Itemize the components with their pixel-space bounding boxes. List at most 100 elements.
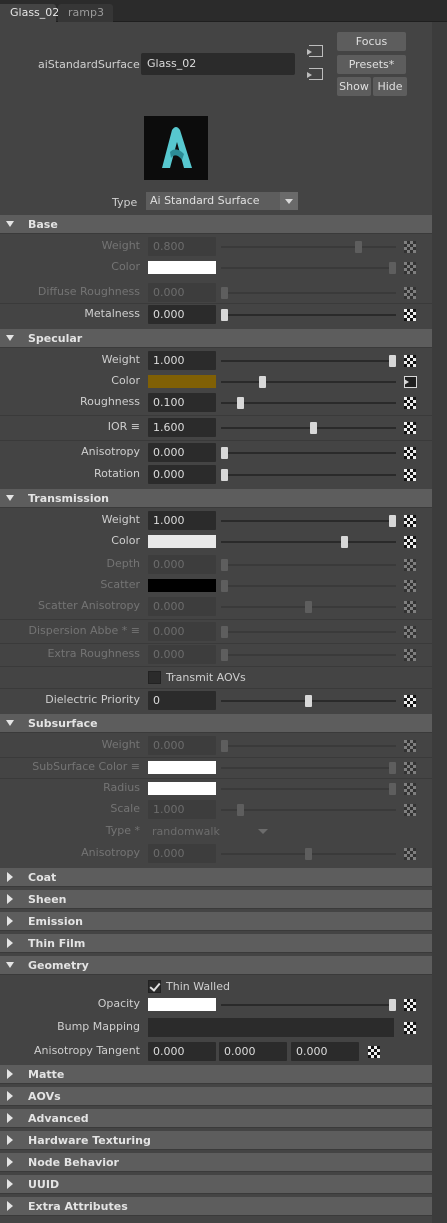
slider-handle[interactable] xyxy=(221,649,228,661)
section-specular[interactable]: Specular xyxy=(0,329,432,348)
section-subsurface[interactable]: Subsurface xyxy=(0,714,432,733)
bump-mapping-field[interactable] xyxy=(148,1018,394,1037)
section-coat[interactable]: Coat xyxy=(0,868,432,887)
map-button-checker-icon[interactable] xyxy=(404,262,416,274)
map-button-checker-icon[interactable] xyxy=(404,783,416,795)
anisotropy-field[interactable]: 0.000 xyxy=(148,443,216,462)
extra-roughness-field[interactable]: 0.000 xyxy=(148,645,216,664)
slider-handle[interactable] xyxy=(355,241,362,253)
anisotropy-tangent-y-field[interactable]: 0.000 xyxy=(219,1042,287,1061)
slider-handle[interactable] xyxy=(341,536,348,548)
subsurface-anisotropy-field[interactable]: 0.000 xyxy=(148,844,216,863)
section-thin-film[interactable]: Thin Film xyxy=(0,934,432,953)
rotation-field[interactable]: 0.000 xyxy=(148,465,216,484)
slider-track[interactable] xyxy=(221,452,396,454)
slider-track[interactable] xyxy=(221,745,396,747)
map-button-checker-icon[interactable] xyxy=(404,649,416,661)
slider-handle[interactable] xyxy=(221,287,228,299)
focus-button[interactable]: Focus xyxy=(337,32,406,51)
section-matte[interactable]: Matte xyxy=(0,1065,432,1084)
slider-handle[interactable] xyxy=(221,626,228,638)
show-button[interactable]: Show xyxy=(337,77,371,96)
slider-track[interactable] xyxy=(221,767,396,769)
transmission-weight-field[interactable]: 1.000 xyxy=(148,511,216,530)
dispersion-abbe-field[interactable]: 0.000 xyxy=(148,622,216,641)
hide-button[interactable]: Hide xyxy=(373,77,407,96)
chevron-down-icon[interactable] xyxy=(258,829,268,834)
map-button-checker-icon[interactable] xyxy=(404,309,416,321)
slider-track[interactable] xyxy=(221,564,396,566)
map-button-checker-icon[interactable] xyxy=(404,626,416,638)
section-base[interactable]: Base xyxy=(0,215,432,234)
subsurface-color-swatch[interactable] xyxy=(148,761,216,774)
connected-input-icon[interactable] xyxy=(404,376,417,388)
slider-track[interactable] xyxy=(221,585,396,587)
presets-button[interactable]: Presets* xyxy=(337,55,406,74)
map-button-checker-icon[interactable] xyxy=(404,287,416,299)
slider-handle[interactable] xyxy=(310,422,317,434)
transmission-color-swatch[interactable] xyxy=(148,535,216,548)
slider-track[interactable] xyxy=(221,267,396,269)
scatter-anisotropy-field[interactable]: 0.000 xyxy=(148,597,216,616)
slider-track[interactable] xyxy=(221,520,396,522)
slider-handle[interactable] xyxy=(305,695,312,707)
map-button-checker-icon[interactable] xyxy=(404,422,416,434)
map-button-checker-icon[interactable] xyxy=(368,1046,380,1058)
section-emission[interactable]: Emission xyxy=(0,912,432,931)
slider-track[interactable] xyxy=(221,381,396,383)
map-button-checker-icon[interactable] xyxy=(404,999,416,1011)
slider-track[interactable] xyxy=(221,246,396,248)
roughness-field[interactable]: 0.100 xyxy=(148,393,216,412)
ior-field[interactable]: 1.600 xyxy=(148,418,216,437)
slider-track[interactable] xyxy=(221,809,396,811)
base-weight-field[interactable]: 0.800 xyxy=(148,237,216,256)
slider-handle[interactable] xyxy=(259,376,266,388)
slider-track[interactable] xyxy=(221,654,396,656)
transmit-aovs-checkbox[interactable] xyxy=(148,671,161,684)
slider-track[interactable] xyxy=(221,541,396,543)
scatter-color-swatch[interactable] xyxy=(148,579,216,592)
map-button-checker-icon[interactable] xyxy=(404,355,416,367)
section-sheen[interactable]: Sheen xyxy=(0,890,432,909)
slider-track[interactable] xyxy=(221,474,396,476)
vertical-scrollbar[interactable] xyxy=(432,22,447,1223)
map-button-checker-icon[interactable] xyxy=(404,515,416,527)
radius-color-swatch[interactable] xyxy=(148,782,216,795)
map-button-checker-icon[interactable] xyxy=(404,740,416,752)
slider-handle[interactable] xyxy=(221,559,228,571)
scale-field[interactable]: 1.000 xyxy=(148,800,216,819)
slider-handle[interactable] xyxy=(389,762,396,774)
map-button-checker-icon[interactable] xyxy=(404,241,416,253)
metalness-field[interactable]: 0.000 xyxy=(148,305,216,324)
slider-handle[interactable] xyxy=(221,469,228,481)
section-node-behavior[interactable]: Node Behavior xyxy=(0,1153,432,1172)
slider-handle[interactable] xyxy=(389,783,396,795)
slider-handle[interactable] xyxy=(221,580,228,592)
map-button-checker-icon[interactable] xyxy=(404,848,416,860)
section-hardware-texturing[interactable]: Hardware Texturing xyxy=(0,1131,432,1150)
map-button-checker-icon[interactable] xyxy=(404,1022,416,1034)
map-button-checker-icon[interactable] xyxy=(404,580,416,592)
slider-handle[interactable] xyxy=(305,848,312,860)
section-uuid[interactable]: UUID xyxy=(0,1175,432,1194)
section-extra-attributes[interactable]: Extra Attributes xyxy=(0,1197,432,1216)
section-aovs[interactable]: AOVs xyxy=(0,1087,432,1106)
map-button-checker-icon[interactable] xyxy=(404,601,416,613)
specular-color-swatch[interactable] xyxy=(148,375,216,388)
opacity-color-swatch[interactable] xyxy=(148,998,216,1011)
node-name-field[interactable]: Glass_02 xyxy=(141,53,295,75)
section-transmission[interactable]: Transmission xyxy=(0,489,432,508)
map-button-checker-icon[interactable] xyxy=(404,447,416,459)
slider-handle[interactable] xyxy=(221,309,228,321)
chevron-down-icon[interactable] xyxy=(280,192,298,210)
tab-glass-02[interactable]: Glass_02 xyxy=(0,4,59,22)
map-button-checker-icon[interactable] xyxy=(404,804,416,816)
slider-track[interactable] xyxy=(221,1004,396,1006)
slider-handle[interactable] xyxy=(389,262,396,274)
tab-ramp3[interactable]: ramp3 xyxy=(58,4,113,22)
map-button-checker-icon[interactable] xyxy=(404,695,416,707)
input-connection-icon[interactable] xyxy=(307,45,323,57)
section-geometry[interactable]: Geometry xyxy=(0,956,432,975)
slider-handle[interactable] xyxy=(389,515,396,527)
anisotropy-tangent-z-field[interactable]: 0.000 xyxy=(291,1042,359,1061)
